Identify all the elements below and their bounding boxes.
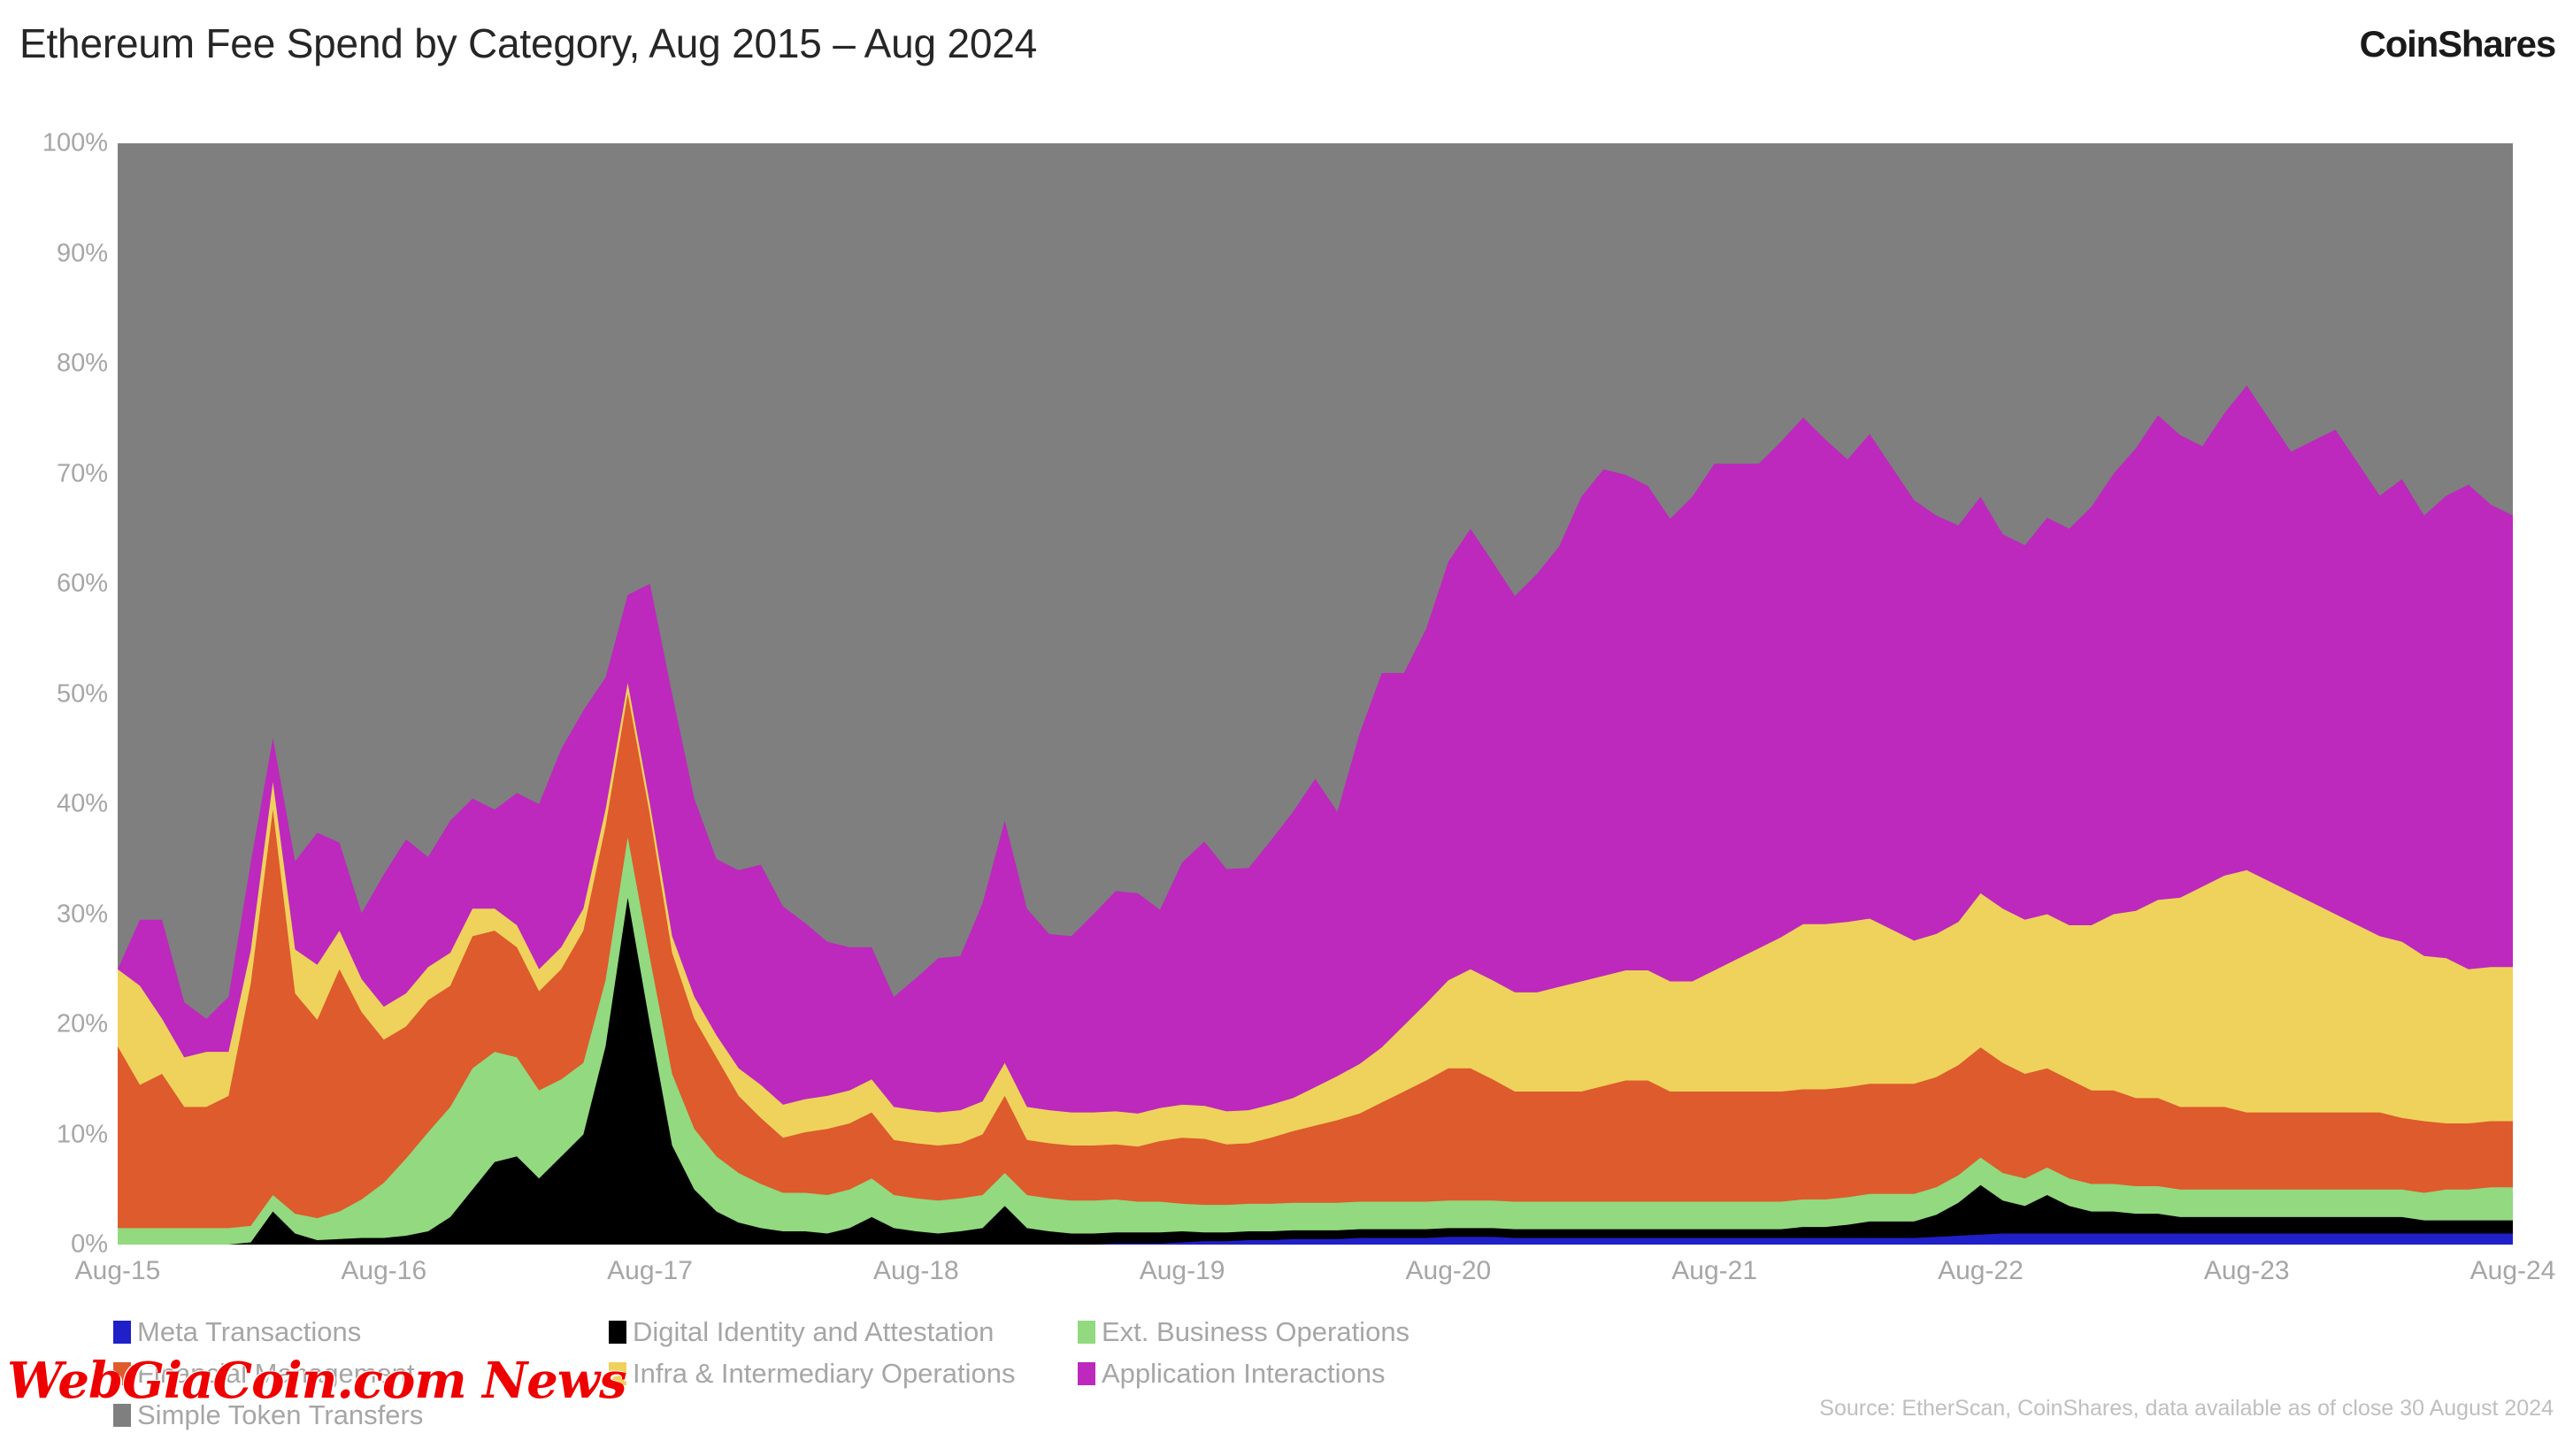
legend-label: Ext. Business Operations <box>1102 1316 1410 1347</box>
x-axis-tick: Aug-16 <box>341 1256 427 1285</box>
legend-label: Digital Identity and Attestation <box>633 1316 995 1347</box>
legend-item[interactable]: Meta Transactions <box>113 1316 361 1348</box>
legend-label: Meta Transactions <box>137 1316 362 1347</box>
legend-swatch <box>113 1321 131 1344</box>
x-axis-tick: Aug-18 <box>872 1256 959 1285</box>
legend-item[interactable]: Simple Token Transfers <box>113 1399 423 1431</box>
x-axis-tick: Aug-15 <box>74 1256 161 1285</box>
legend-row-1: Meta Transactions Digital Identity and At… <box>113 1316 1671 1358</box>
legend-swatch <box>609 1362 626 1385</box>
x-axis-tick: Aug-19 <box>1139 1256 1225 1285</box>
legend-item[interactable]: Ext. Business Operations <box>1078 1316 1409 1348</box>
legend-swatch <box>113 1362 131 1385</box>
x-axis-tick: Aug-24 <box>2469 1256 2556 1285</box>
legend-item[interactable]: Infra & Intermediary Operations <box>609 1358 1015 1390</box>
legend-label: Application Interactions <box>1102 1358 1386 1389</box>
legend-item[interactable]: Digital Identity and Attestation <box>609 1316 994 1348</box>
legend-swatch <box>1078 1362 1095 1385</box>
chart-legend: Meta Transactions Digital Identity and At… <box>113 1316 1671 1441</box>
chart-area <box>0 0 2573 1456</box>
legend-label: Infra & Intermediary Operations <box>633 1358 1016 1389</box>
legend-row-2: Financial Management Infra & Intermediary… <box>113 1358 1671 1399</box>
x-axis: Aug-15 Aug-16 Aug-17 Aug-18 Aug-19 Aug-20 Aug-… <box>75 1256 2556 1299</box>
legend-row-3: Simple Token Transfers <box>113 1399 1671 1441</box>
x-axis-tick: Aug-21 <box>1671 1256 1758 1285</box>
legend-item[interactable]: Application Interactions <box>1078 1358 1386 1390</box>
legend-item[interactable]: Financial Management <box>113 1358 415 1390</box>
x-axis-tick: Aug-23 <box>2203 1256 2290 1285</box>
x-axis-tick: Aug-22 <box>1938 1256 2024 1285</box>
stacked-area-plot <box>118 143 2513 1245</box>
source-note: Source: EtherScan, CoinShares, data avai… <box>1819 1396 2554 1421</box>
legend-label: Financial Management <box>137 1358 415 1389</box>
legend-label: Simple Token Transfers <box>137 1399 424 1430</box>
stacked-area-svg <box>118 143 2513 1245</box>
legend-swatch <box>113 1404 131 1427</box>
x-axis-tick: Aug-17 <box>607 1256 693 1285</box>
x-axis-tick: Aug-20 <box>1405 1256 1492 1285</box>
legend-swatch <box>609 1321 626 1344</box>
legend-swatch <box>1078 1321 1095 1344</box>
